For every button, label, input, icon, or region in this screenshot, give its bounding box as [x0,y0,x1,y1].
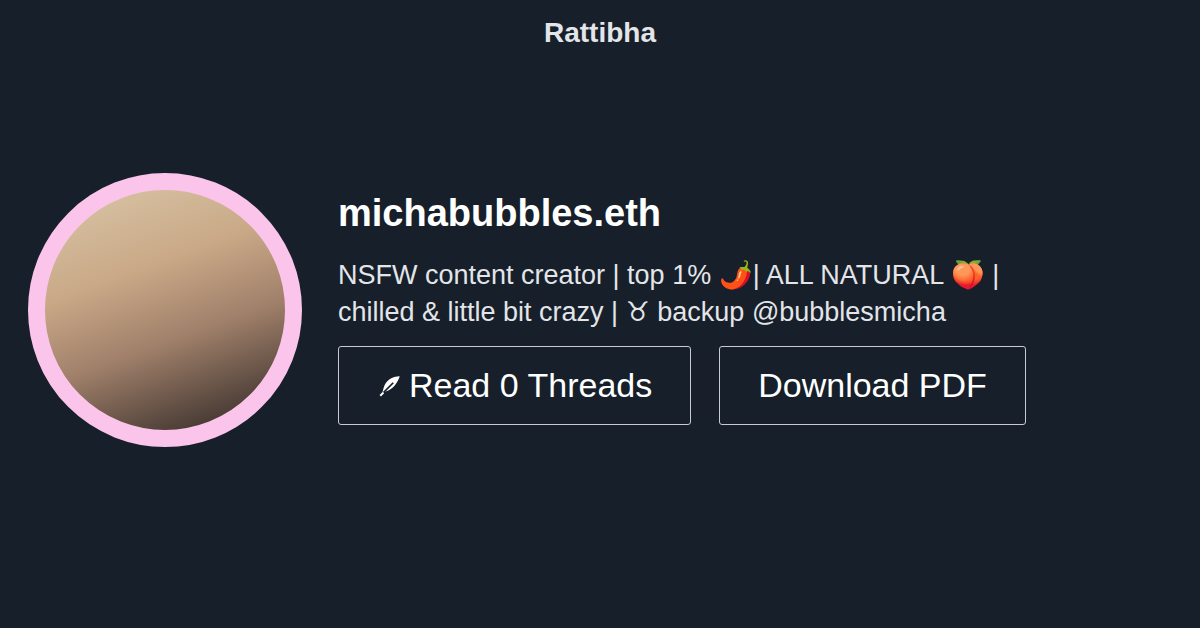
profile-card: michabubbles.eth NSFW content creator | t… [0,66,1200,447]
bio-line: NSFW content creator | top 1% 🌶️| ALL NA… [338,257,1026,294]
profile-bio: NSFW content creator | top 1% 🌶️| ALL NA… [338,257,1026,331]
profile-info: michabubbles.eth NSFW content creator | t… [338,173,1026,425]
site-title[interactable]: Rattibha [0,0,1200,66]
profile-handle: michabubbles.eth [338,191,1026,235]
action-buttons: Read 0 Threads Download PDF [338,346,1026,425]
feather-icon [377,373,403,399]
bio-line: chilled & little bit crazy | ♉ backup @b… [338,294,1026,331]
download-pdf-button[interactable]: Download PDF [719,346,1026,425]
read-threads-button[interactable]: Read 0 Threads [338,346,691,425]
button-label: Download PDF [758,363,987,408]
avatar-image[interactable] [28,173,302,447]
button-label: Read 0 Threads [409,363,652,408]
